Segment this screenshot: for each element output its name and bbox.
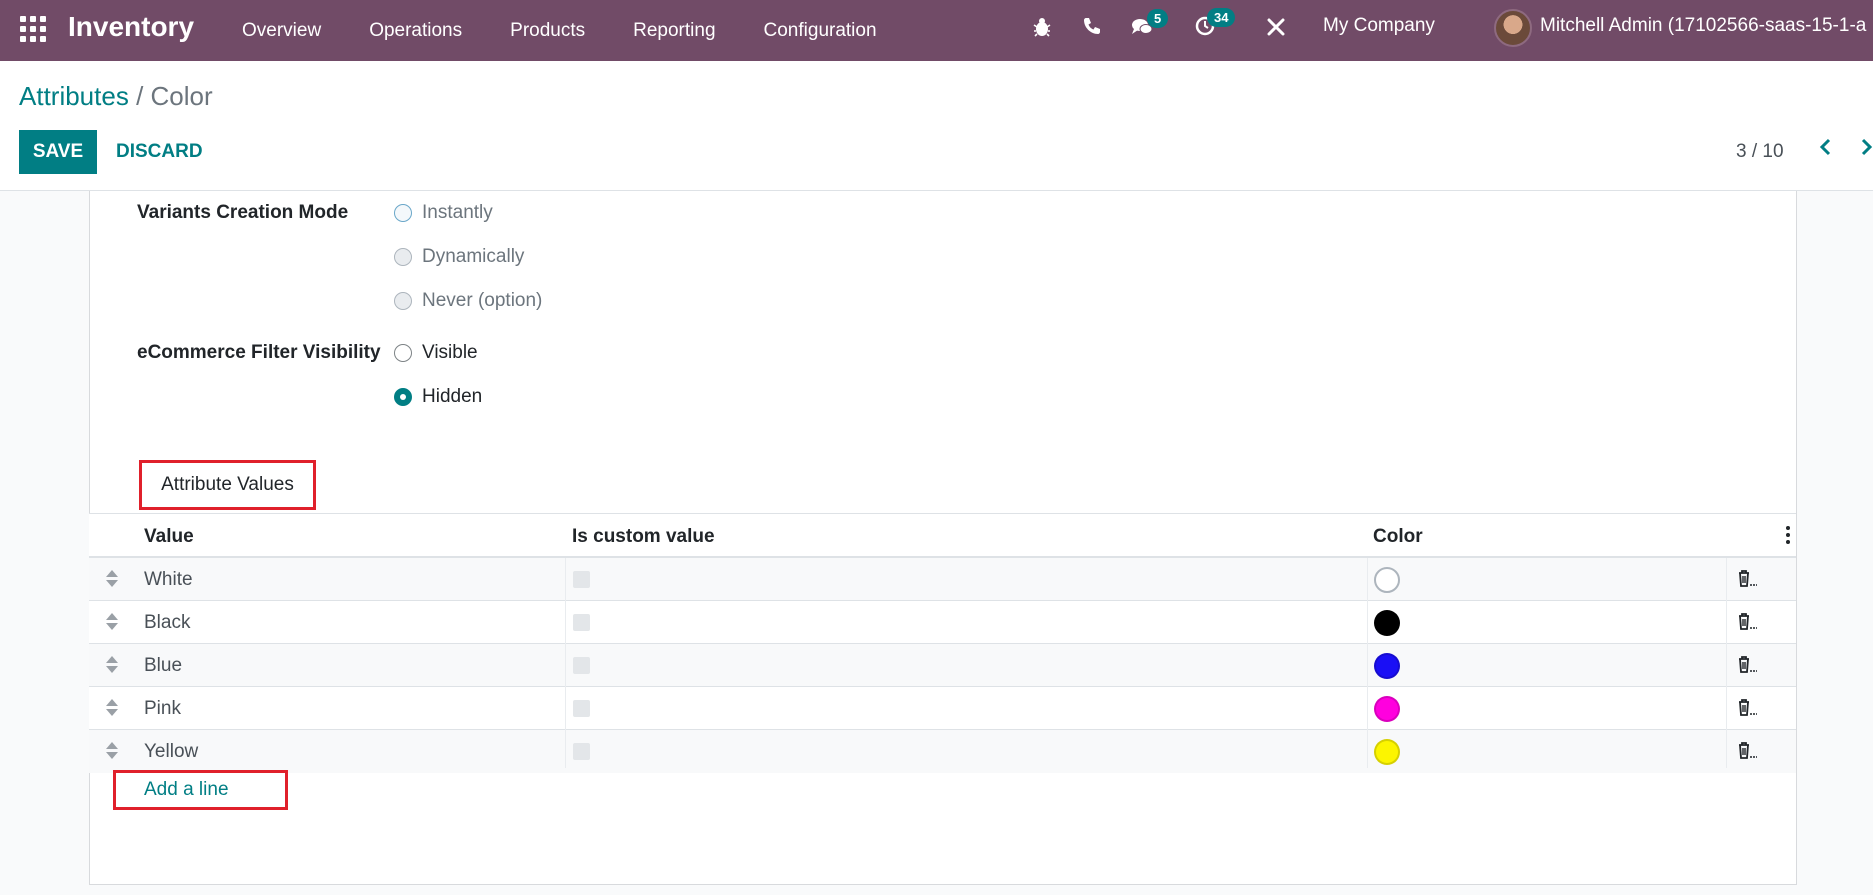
radio-label-dynamically: Dynamically	[422, 246, 525, 267]
main-menu: Overview Operations Products Reporting C…	[218, 0, 901, 61]
chevron-left-icon[interactable]	[1818, 137, 1832, 163]
is-custom-value-checkbox[interactable]	[573, 657, 590, 674]
column-header-color[interactable]: Color	[1373, 526, 1423, 548]
table-row[interactable]: Yellow	[89, 730, 1796, 773]
breadcrumb-separator: /	[136, 81, 144, 111]
column-divider	[565, 558, 566, 768]
trash-icon[interactable]	[1735, 654, 1758, 680]
row-value[interactable]: White	[144, 569, 193, 591]
table-row[interactable]: White	[89, 558, 1796, 601]
attribute-values-table: Value Is custom value Color White Black …	[89, 513, 1796, 773]
menu-item-configuration[interactable]: Configuration	[740, 20, 901, 42]
phone-icon[interactable]	[1083, 17, 1101, 41]
drag-handle-icon[interactable]	[106, 570, 118, 588]
variants-creation-mode-label: Variants Creation Mode	[137, 202, 349, 223]
table-row[interactable]: Black	[89, 601, 1796, 644]
variants-option-never[interactable]: Never (option)	[394, 290, 542, 312]
is-custom-value-checkbox[interactable]	[573, 571, 590, 588]
variants-option-instantly[interactable]: Instantly	[394, 202, 493, 224]
chevron-right-icon[interactable]	[1860, 137, 1873, 163]
row-value[interactable]: Yellow	[144, 741, 198, 763]
pager-value[interactable]: 3 / 10	[1736, 141, 1784, 163]
color-swatch[interactable]	[1374, 696, 1400, 722]
ecommerce-filter-visibility-label: eCommerce Filter Visibility	[137, 342, 381, 363]
ecommerce-option-visible[interactable]: Visible	[394, 342, 478, 364]
save-button[interactable]: SAVE	[19, 130, 97, 174]
color-swatch[interactable]	[1374, 610, 1400, 636]
radio-instantly[interactable]	[394, 204, 412, 222]
drag-handle-icon[interactable]	[106, 613, 118, 631]
breadcrumb-parent[interactable]: Attributes	[19, 81, 129, 111]
tools-icon[interactable]	[1266, 17, 1286, 43]
color-swatch[interactable]	[1374, 567, 1400, 593]
ecommerce-option-hidden[interactable]: Hidden	[394, 386, 482, 408]
radio-label-instantly: Instantly	[422, 202, 493, 223]
radio-never[interactable]	[394, 292, 412, 310]
menu-item-operations[interactable]: Operations	[345, 20, 486, 42]
is-custom-value-checkbox[interactable]	[573, 700, 590, 717]
radio-label-hidden: Hidden	[422, 386, 483, 407]
trash-icon[interactable]	[1735, 740, 1758, 766]
avatar[interactable]	[1494, 9, 1532, 47]
drag-handle-icon[interactable]	[106, 742, 118, 760]
kebab-icon[interactable]	[1786, 526, 1790, 547]
drag-handle-icon[interactable]	[106, 656, 118, 674]
drag-handle-icon[interactable]	[106, 699, 118, 717]
is-custom-value-checkbox[interactable]	[573, 614, 590, 631]
table-row[interactable]: Pink	[89, 687, 1796, 730]
menu-item-reporting[interactable]: Reporting	[609, 20, 739, 42]
tab-attribute-values[interactable]: Attribute Values	[139, 460, 316, 510]
radio-hidden[interactable]	[394, 388, 412, 406]
table-header: Value Is custom value Color	[89, 513, 1796, 558]
radio-label-visible: Visible	[422, 342, 478, 363]
row-value[interactable]: Black	[144, 612, 190, 634]
radio-dynamically[interactable]	[394, 248, 412, 266]
apps-menu-icon[interactable]	[20, 16, 46, 42]
color-swatch[interactable]	[1374, 739, 1400, 765]
row-value[interactable]: Blue	[144, 655, 182, 677]
column-divider	[1726, 558, 1727, 768]
bug-icon[interactable]	[1033, 17, 1051, 43]
menu-item-overview[interactable]: Overview	[218, 20, 345, 42]
control-panel: Attributes / Color SAVE DISCARD 3 / 10	[0, 61, 1873, 191]
row-value[interactable]: Pink	[144, 698, 181, 720]
trash-icon[interactable]	[1735, 697, 1758, 723]
messages-badge: 5	[1147, 9, 1169, 28]
color-swatch[interactable]	[1374, 653, 1400, 679]
breadcrumb-current: Color	[150, 81, 213, 111]
table-row[interactable]: Blue	[89, 644, 1796, 687]
variants-option-dynamically[interactable]: Dynamically	[394, 246, 524, 268]
user-menu[interactable]: Mitchell Admin (17102566-saas-15-1-a	[1540, 15, 1866, 37]
menu-item-products[interactable]: Products	[486, 20, 609, 42]
breadcrumb: Attributes / Color	[19, 81, 213, 112]
column-header-value[interactable]: Value	[144, 526, 194, 548]
trash-icon[interactable]	[1735, 611, 1758, 637]
column-divider	[1367, 558, 1368, 768]
add-a-line-link[interactable]: Add a line	[113, 770, 288, 810]
trash-icon[interactable]	[1735, 568, 1758, 594]
radio-label-never: Never (option)	[422, 290, 543, 311]
column-header-is-custom-value[interactable]: Is custom value	[572, 526, 715, 548]
radio-visible[interactable]	[394, 344, 412, 362]
activities-badge: 34	[1207, 8, 1236, 27]
app-title[interactable]: Inventory	[68, 11, 194, 43]
top-navbar: Inventory Overview Operations Products R…	[0, 0, 1873, 61]
company-switcher[interactable]: My Company	[1323, 15, 1435, 37]
is-custom-value-checkbox[interactable]	[573, 743, 590, 760]
discard-button[interactable]: DISCARD	[104, 130, 215, 174]
